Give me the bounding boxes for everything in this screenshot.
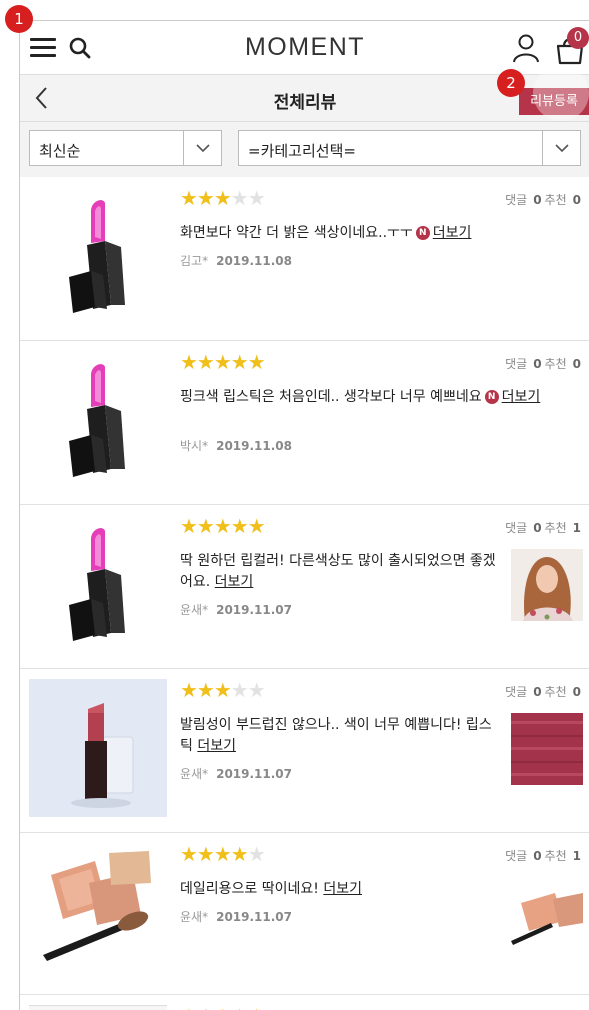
product-thumbnail[interactable]	[29, 1005, 167, 1010]
top-header: MOMENT 0	[20, 21, 589, 75]
more-link[interactable]: 더보기	[323, 881, 362, 897]
sort-select-value: 최신순	[39, 142, 81, 160]
category-select-value: =카테고리선택=	[248, 142, 356, 160]
more-link[interactable]: 더보기	[502, 389, 541, 405]
review-photo[interactable]	[511, 549, 583, 621]
review-photo[interactable]	[511, 713, 583, 785]
filter-bar: 최신순 =카테고리선택=	[20, 122, 589, 177]
review-meta: 댓글0추천0	[505, 685, 581, 699]
new-badge-icon: N	[415, 226, 430, 240]
product-thumbnail[interactable]	[29, 843, 167, 981]
product-thumbnail[interactable]	[29, 679, 167, 817]
touch-indicator	[533, 65, 589, 121]
cart-count-badge: 0	[567, 27, 589, 49]
sort-select[interactable]: 최신순	[29, 130, 222, 166]
chevron-down-icon[interactable]	[542, 131, 580, 165]
star-rating: ★★★★★	[180, 842, 266, 866]
review-meta: 댓글 0 추천 1	[505, 849, 581, 863]
annotation-marker: 1	[5, 5, 33, 33]
review-item[interactable]: ★★★★★ 댓글 0 추천 1 딱 원하던 립컬러! 다른색상도 많이 출시되었으면 …	[20, 505, 589, 669]
product-thumbnail[interactable]	[29, 515, 167, 653]
review-photo[interactable]	[511, 877, 583, 949]
review-meta: 댓글0추천0	[505, 357, 581, 371]
review-author: 윤새* 2019.11.07	[180, 767, 293, 781]
category-select[interactable]: =카테고리선택=	[238, 130, 581, 166]
review-author: 윤새* 2019.11.07	[180, 910, 293, 924]
user-icon[interactable]	[511, 33, 541, 63]
annotation-marker: 2	[497, 69, 525, 97]
review-text[interactable]: 데일리용으로 딱이네요! 더보기	[180, 879, 498, 900]
star-rating: ★★★★★	[180, 1005, 266, 1010]
review-item[interactable]: ★★★★★ 댓글 0 추천 0 화면보다 약간 더 밝은 색상이네요..ㅜㅜ N 더보기 …	[20, 177, 589, 341]
more-link[interactable]: 더보기	[197, 738, 236, 754]
product-thumbnail[interactable]	[29, 351, 167, 489]
review-author: 윤새* 2019.11.07	[180, 603, 293, 617]
review-item[interactable]: ★★★★★ 댓글0추천0	[20, 995, 589, 1010]
review-item[interactable]: ★★★★★ 댓글 0 추천 0 발림성이 부드럽진 않으나.. 색이 너무 예쁩니다!…	[20, 669, 589, 833]
more-link[interactable]: 더보기	[433, 225, 472, 241]
new-badge-icon: N	[484, 390, 499, 404]
mobile-frame: MOMENT 0 전체리뷰 리뷰등록 최신순 =카테고리선택= ★★★★★ 댓글…	[19, 20, 589, 1010]
review-text[interactable]: 핑크색 립스틱은 처음인데.. 생각보다 너무 예쁘네요 N 더보기	[180, 387, 580, 408]
star-rating: ★★★★★	[180, 514, 266, 538]
review-author: 김고* 2019.11.08	[180, 254, 293, 268]
review-text[interactable]: 발림성이 부드럽진 않으나.. 색이 너무 예쁩니다! 립스틱 더보기	[180, 715, 498, 757]
review-meta: 댓글0추천0	[505, 193, 581, 207]
logo[interactable]: MOMENT	[20, 33, 589, 62]
product-thumbnail[interactable]	[29, 187, 167, 325]
review-text[interactable]: 딱 원하던 립컬러! 다른색상도 많이 출시되었으면 좋겠어요. 더보기	[180, 551, 498, 593]
star-rating: ★★★★★	[180, 350, 266, 374]
chevron-down-icon[interactable]	[183, 131, 221, 165]
review-item[interactable]: ★★★★★ 댓글 0 추천 1 데일리용으로 딱이네요! 더보기 윤새* 2019.11…	[20, 833, 589, 995]
review-item[interactable]: ★★★★★ 댓글 0 추천 0 핑크색 립스틱은 처음인데.. 생각보다 너무 예쁘네…	[20, 341, 589, 505]
star-rating: ★★★★★	[180, 678, 266, 702]
star-rating: ★★★★★	[180, 186, 266, 210]
review-meta: 댓글 0 추천 1	[505, 521, 581, 535]
review-text[interactable]: 화면보다 약간 더 밝은 색상이네요..ㅜㅜ N 더보기	[180, 223, 580, 244]
more-link[interactable]: 더보기	[215, 574, 254, 590]
review-author: 박시* 2019.11.08	[180, 439, 293, 453]
